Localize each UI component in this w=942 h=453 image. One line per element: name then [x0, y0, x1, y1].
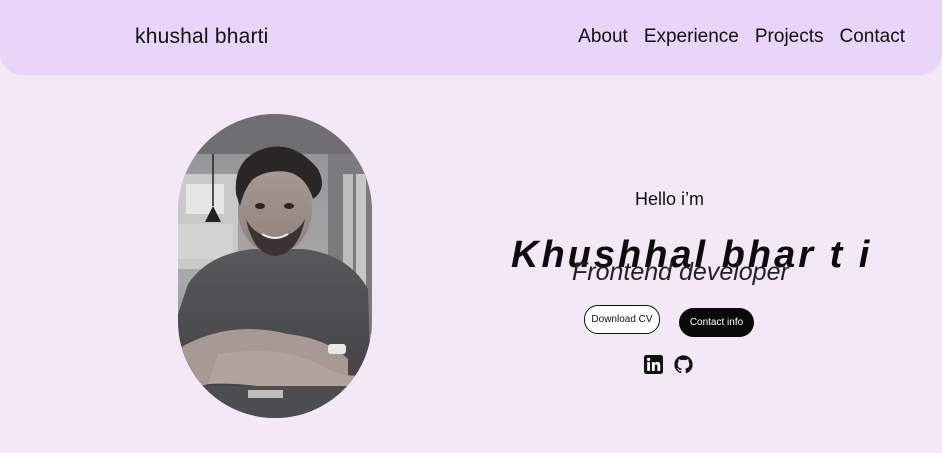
- nav-link-experience[interactable]: Experience: [644, 26, 739, 48]
- contact-info-button[interactable]: Contact info: [679, 308, 754, 337]
- profile-photo-illustration: [178, 114, 372, 418]
- navbar: khushal bharti About Experience Projects…: [0, 0, 942, 75]
- nav-link-projects[interactable]: Projects: [755, 26, 824, 48]
- nav-link-about[interactable]: About: [578, 26, 628, 48]
- hero-greeting: Hello i’m: [635, 189, 705, 209]
- brand-logo-text[interactable]: khushal bharti: [135, 25, 269, 49]
- social-links: [644, 355, 693, 374]
- hero-role: Frontend developer: [572, 258, 789, 286]
- profile-photo: [178, 114, 372, 418]
- linkedin-icon-svg: [644, 355, 663, 374]
- download-cv-button[interactable]: Download CV: [584, 305, 660, 334]
- github-icon[interactable]: [674, 355, 693, 374]
- github-icon-svg: [674, 355, 693, 374]
- nav-link-contact[interactable]: Contact: [840, 26, 905, 48]
- nav-links: About Experience Projects Contact: [578, 26, 905, 48]
- linkedin-icon[interactable]: [644, 355, 663, 374]
- hero-section: Hello i’m Khushhal bhar t i Frontend dev…: [500, 185, 900, 385]
